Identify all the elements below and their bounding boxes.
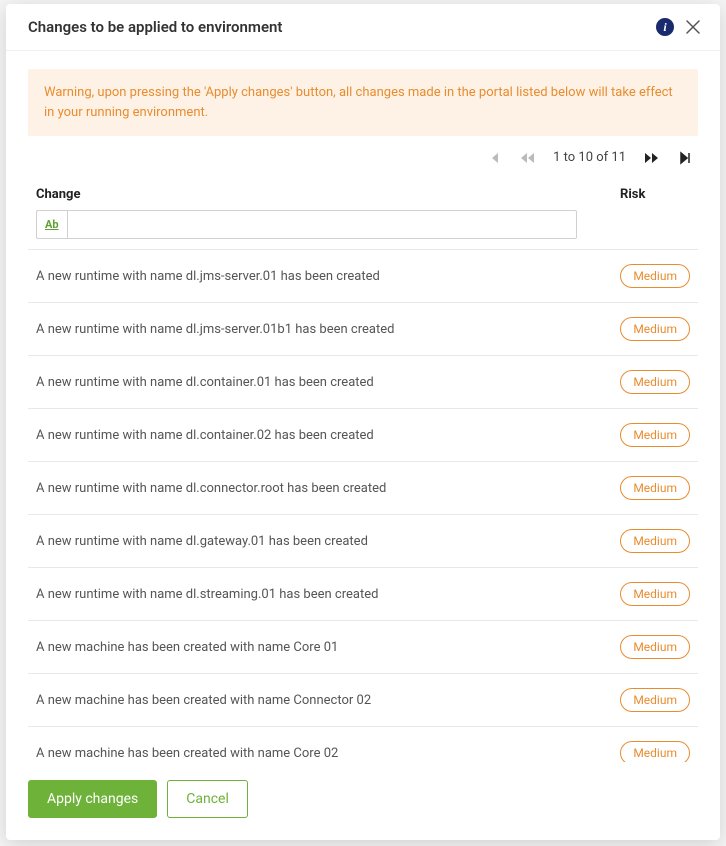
table-header: Change Ab Risk: [28, 187, 698, 249]
change-text: A new machine has been created with name…: [36, 640, 620, 655]
table-row: A new machine has been created with name…: [28, 673, 698, 726]
change-text: A new machine has been created with name…: [36, 693, 620, 708]
close-icon[interactable]: [684, 18, 702, 36]
modal-body: Warning, upon pressing the 'Apply change…: [6, 51, 720, 762]
table-row: A new runtime with name dl.jms-server.01…: [28, 302, 698, 355]
change-text: A new runtime with name dl.container.02 …: [36, 428, 620, 443]
column-header-change[interactable]: Change: [36, 187, 620, 202]
risk-badge: Medium: [620, 476, 690, 500]
risk-badge: Medium: [620, 529, 690, 553]
table-row: A new machine has been created with name…: [28, 726, 698, 762]
change-text: A new machine has been created with name…: [36, 746, 620, 761]
table-body: A new runtime with name dl.jms-server.01…: [28, 249, 698, 762]
warning-banner: Warning, upon pressing the 'Apply change…: [28, 69, 698, 136]
change-filter-input[interactable]: [67, 210, 577, 239]
table-row: A new machine has been created with name…: [28, 620, 698, 673]
info-icon[interactable]: i: [656, 18, 674, 36]
table-row: A new runtime with name dl.container.02 …: [28, 408, 698, 461]
changes-modal: Changes to be applied to environment i W…: [6, 4, 720, 840]
apply-changes-button[interactable]: Apply changes: [28, 780, 157, 818]
pagination: 1 to 10 of 11: [28, 150, 698, 165]
table-row: A new runtime with name dl.connector.roo…: [28, 461, 698, 514]
risk-badge: Medium: [620, 423, 690, 447]
risk-badge: Medium: [620, 688, 690, 712]
risk-badge: Medium: [620, 317, 690, 341]
change-text: A new runtime with name dl.gateway.01 ha…: [36, 534, 620, 549]
change-text: A new runtime with name dl.connector.roo…: [36, 481, 620, 496]
table-row: A new runtime with name dl.jms-server.01…: [28, 249, 698, 302]
risk-badge: Medium: [620, 264, 690, 288]
risk-badge: Medium: [620, 582, 690, 606]
page-first-icon[interactable]: [487, 151, 501, 165]
risk-badge: Medium: [620, 741, 690, 762]
modal-title: Changes to be applied to environment: [28, 18, 656, 36]
risk-badge: Medium: [620, 635, 690, 659]
filter-type-button[interactable]: Ab: [36, 210, 67, 239]
page-last-icon[interactable]: [678, 151, 692, 165]
column-header-risk[interactable]: Risk: [620, 187, 690, 202]
modal-footer: Apply changes Cancel: [6, 762, 720, 840]
page-prev-icon[interactable]: [519, 151, 535, 165]
cancel-button[interactable]: Cancel: [167, 780, 248, 818]
change-text: A new runtime with name dl.streaming.01 …: [36, 587, 620, 602]
modal-header: Changes to be applied to environment i: [6, 4, 720, 51]
risk-badge: Medium: [620, 370, 690, 394]
page-next-icon[interactable]: [644, 151, 660, 165]
pagination-text: 1 to 10 of 11: [553, 150, 626, 165]
change-text: A new runtime with name dl.jms-server.01…: [36, 322, 620, 337]
change-text: A new runtime with name dl.jms-server.01…: [36, 269, 620, 284]
table-row: A new runtime with name dl.streaming.01 …: [28, 567, 698, 620]
table-row: A new runtime with name dl.container.01 …: [28, 355, 698, 408]
table-row: A new runtime with name dl.gateway.01 ha…: [28, 514, 698, 567]
change-text: A new runtime with name dl.container.01 …: [36, 375, 620, 390]
